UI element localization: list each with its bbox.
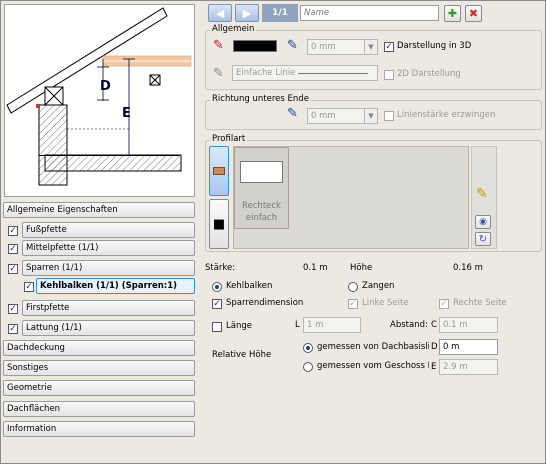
checkbox-linke-seite[interactable]: ✓ [348, 299, 358, 309]
radio-kehlbalken[interactable] [212, 282, 222, 292]
checkbox-sparrendimension[interactable]: ✓ [212, 299, 222, 309]
list-header-label: Allgemeine Eigenschaften [7, 205, 118, 215]
color-swatch[interactable] [233, 40, 277, 52]
edit-pencil-icon[interactable]: ✎ [476, 186, 488, 202]
refresh-icon[interactable]: ↻ [475, 232, 491, 246]
checkbox-linienstaerke[interactable] [384, 111, 394, 121]
value-staerke: 0.1 m [303, 263, 328, 273]
label-staerke: Stärke: [205, 263, 236, 273]
letter-c: C [431, 320, 437, 330]
radio-dachbasislinie[interactable] [303, 343, 313, 353]
checkbox-darstellung-3d[interactable]: ✓ [384, 42, 394, 52]
label-dachbasislinie: gemessen von Dachbasislinie [317, 342, 429, 352]
category-dachflaechen[interactable]: Dachflächen [3, 401, 195, 417]
group-title-richtung: Richtung unteres Ende [210, 94, 311, 104]
label-kehlbalken: Kehlbalken [226, 281, 273, 291]
checkbox-darstellung-2d[interactable] [384, 70, 394, 80]
label-geschoss: gemessen vom Geschoss N [317, 361, 429, 371]
laenge-input[interactable]: 1 m [303, 317, 361, 333]
label-darstellung-2d: 2D Darstellung [397, 69, 461, 79]
label-hoehe: Höhe [350, 263, 373, 273]
category-dachdeckung[interactable]: Dachdeckung [3, 340, 195, 356]
linewidth-pen-icon[interactable]: ✎ [287, 38, 298, 53]
arrow-right-icon: ▶ [242, 6, 252, 20]
preview-label-e: E [122, 106, 131, 121]
list-item-sparren[interactable]: Sparren (1/1) [22, 260, 195, 276]
timber-icon [213, 167, 225, 175]
value-hoehe: 0.16 m [453, 263, 483, 273]
list-item-kehlbalken[interactable]: Kehlbalken (1/1) (Sparren:1) [36, 278, 195, 294]
rectangle-icon [240, 161, 283, 183]
close-icon: ✖ [468, 7, 479, 20]
delete-button[interactable]: ✖ [465, 5, 482, 22]
label-zangen: Zangen [362, 281, 395, 291]
checkbox-rechte-seite[interactable]: ✓ [439, 299, 449, 309]
line-width-select[interactable]: 0 mm ▼ [307, 39, 378, 55]
next-button[interactable]: ▶ [235, 4, 259, 22]
label-laenge: Länge [226, 321, 252, 331]
checkbox-lattung[interactable]: ✓ [8, 324, 18, 334]
checkbox-firstpfette[interactable]: ✓ [8, 304, 18, 314]
list-item-fusspfette[interactable]: Fußpfette [22, 222, 195, 238]
chevron-down-icon: ▼ [364, 109, 377, 123]
list-header-allgemeine-eigenschaften[interactable]: Allgemeine Eigenschaften [3, 202, 195, 218]
richtung-pen-icon[interactable]: ✎ [287, 106, 298, 121]
letter-l: L [295, 320, 300, 330]
label-linke-seite: Linke Seite [362, 298, 409, 308]
label-darstellung-3d: Darstellung in 3D [397, 41, 472, 51]
profile-type-steel-button[interactable]: ■ [209, 199, 229, 249]
previous-button[interactable]: ◀ [208, 4, 232, 22]
checkbox-mittelpfette[interactable]: ✓ [8, 244, 18, 254]
line-style-select[interactable]: Einfache Linie [232, 65, 378, 81]
geschoss-height-input[interactable]: 2.9 m [439, 359, 498, 375]
label-rechte-seite: Rechte Seite [453, 298, 507, 308]
line-preview [298, 73, 368, 74]
letter-e: E [431, 362, 437, 372]
preview-label-d: D [100, 79, 111, 94]
profile-type-timber-button[interactable] [209, 146, 229, 196]
checkbox-laenge[interactable] [212, 322, 222, 332]
plus-icon: ✚ [447, 7, 458, 20]
radio-zangen[interactable] [348, 282, 358, 292]
label-relative-hoehe: Relative Höhe [212, 350, 272, 360]
checkbox-kehlbalken[interactable]: ✓ [24, 282, 34, 292]
abstand-input[interactable]: 0.1 m [439, 317, 498, 333]
group-title-allgemein: Allgemein [210, 24, 257, 34]
group-title-profilart: Profilart [210, 134, 248, 144]
roof-preview: D E [4, 4, 195, 197]
category-information[interactable]: Information [3, 421, 195, 437]
add-button[interactable]: ✚ [444, 5, 461, 22]
list-item-firstpfette[interactable]: Firstpfette [22, 300, 195, 316]
page-indicator: 1/1 [262, 4, 298, 22]
pen-icon[interactable]: ✎ [213, 38, 224, 53]
chevron-down-icon: ▼ [364, 40, 377, 54]
radio-geschoss[interactable] [303, 362, 313, 372]
dach-height-input[interactable]: 0 m [439, 339, 498, 355]
profile-tile-rechteck[interactable]: Rechteck einfach [234, 147, 289, 229]
arrow-left-icon: ◀ [215, 6, 225, 20]
label-linienstaerke: Linienstärke erzwingen [397, 110, 496, 120]
linestyle-pen-icon[interactable]: ✎ [213, 66, 224, 81]
roof-section-drawing: D E [6, 7, 192, 186]
category-sonstiges[interactable]: Sonstiges [3, 360, 195, 376]
list-item-mittelpfette[interactable]: Mittelpfette (1/1) [22, 240, 195, 256]
profile-tile-label: Rechteck einfach [242, 201, 281, 223]
category-geometrie[interactable]: Geometrie [3, 380, 195, 396]
name-input[interactable] [300, 5, 439, 21]
steel-profile-icon: ■ [212, 216, 226, 232]
richtung-width-select[interactable]: 0 mm ▼ [307, 108, 378, 124]
label-sparrendimension: Sparrendimension [226, 298, 304, 308]
label-abstand: Abstand: [390, 320, 428, 330]
checkbox-sparren[interactable]: ✓ [8, 264, 18, 274]
letter-d: D [431, 342, 438, 352]
search-icon[interactable]: ◉ [475, 215, 491, 229]
list-item-lattung[interactable]: Lattung (1/1) [22, 320, 195, 336]
checkbox-fusspfette[interactable]: ✓ [8, 226, 18, 236]
